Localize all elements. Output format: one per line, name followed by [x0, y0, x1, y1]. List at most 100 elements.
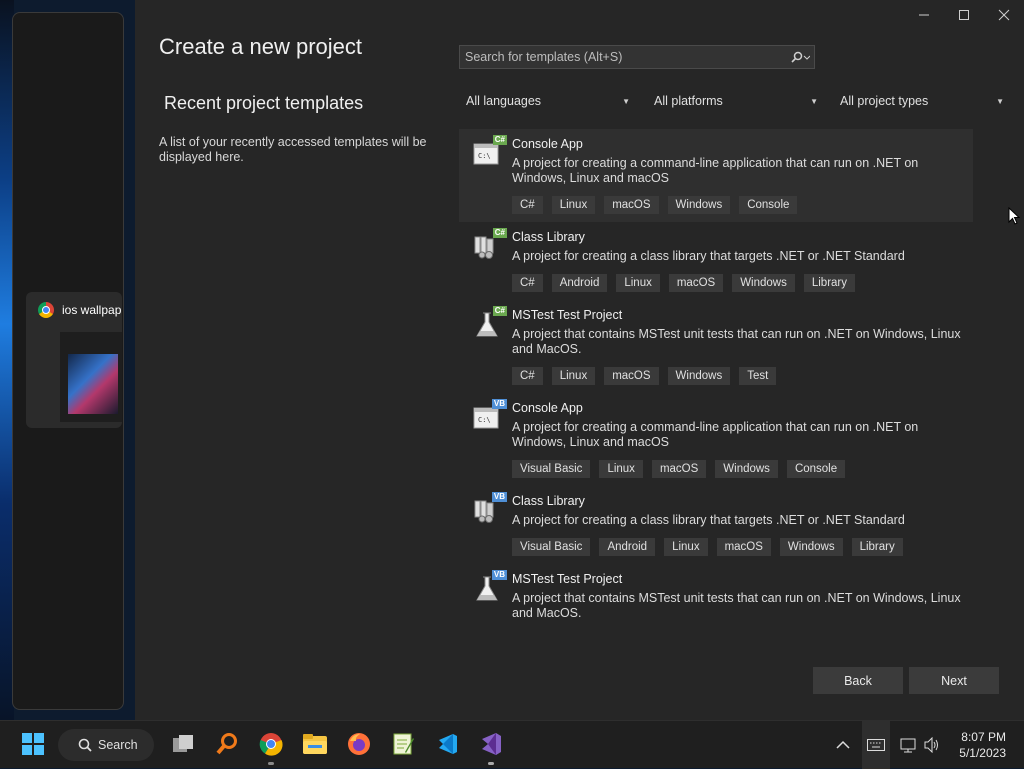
template-tag: Android	[599, 538, 656, 556]
template-tags: C# Linux macOS Windows Console	[512, 196, 973, 214]
template-description: A project for creating a class library t…	[512, 249, 905, 263]
template-tag: Windows	[715, 460, 778, 478]
network-icon[interactable]	[900, 721, 918, 769]
template-tags: Visual Basic Android Linux macOS Windows Libr…	[512, 538, 973, 556]
template-description: A project that contains MSTest unit test…	[512, 327, 961, 356]
taskbar-search-label: Search	[98, 738, 138, 752]
template-item[interactable]: VB Class Library A project for creating a …	[459, 486, 973, 564]
template-tag: macOS	[604, 196, 659, 214]
show-hidden-icons-button[interactable]	[836, 721, 850, 769]
notepad-plus-icon[interactable]	[390, 731, 416, 757]
template-item[interactable]: C# Class Library A project for creating a …	[459, 222, 973, 300]
template-name: Console App	[512, 401, 583, 415]
template-item[interactable]: C:\ VB Console App A project for creating a…	[459, 393, 973, 486]
svg-text:C:\: C:\	[478, 416, 491, 424]
template-item[interactable]: C:\ C# Console App A project for creating a…	[459, 129, 973, 222]
file-explorer-icon[interactable]	[302, 731, 328, 757]
visual-studio-icon[interactable]	[478, 731, 504, 757]
template-tag: Windows	[667, 367, 731, 385]
template-description: A project for creating a command-line ap…	[512, 420, 919, 449]
template-description: A project for creating a command-line ap…	[512, 156, 919, 185]
language-filter-label: All languages	[466, 94, 542, 108]
project-type-filter-label: All project types	[840, 94, 929, 108]
template-tag: Windows	[779, 538, 843, 556]
template-tag: C#	[512, 196, 543, 214]
system-clock[interactable]: 8:07 PM 5/1/2023	[959, 729, 1006, 761]
template-item[interactable]: C# MSTest Test Project A project that cont…	[459, 300, 973, 393]
template-tag: Linux	[551, 196, 596, 214]
template-name: Console App	[512, 137, 583, 151]
template-search-box[interactable]	[459, 45, 815, 69]
template-name: Class Library	[512, 494, 585, 508]
mouse-cursor-icon	[1008, 207, 1020, 225]
chrome-icon	[38, 302, 54, 318]
taskbar: Search 8:07 PM 5/1/2023	[0, 720, 1024, 769]
language-filter[interactable]: All languages ▼	[466, 90, 632, 112]
test-flask-icon: VB	[473, 570, 507, 603]
running-indicator	[488, 762, 494, 765]
template-description: A project for creating a class library t…	[512, 513, 905, 527]
chevron-down-icon: ▼	[810, 96, 818, 106]
template-tag: macOS	[716, 538, 771, 556]
search-icon[interactable]	[786, 51, 814, 63]
template-tag: C#	[512, 274, 543, 292]
platform-filter-label: All platforms	[654, 94, 723, 108]
chrome-icon[interactable]	[258, 731, 284, 757]
template-tag: Test	[739, 367, 777, 385]
chevron-down-icon: ▼	[996, 96, 1004, 106]
minimize-button[interactable]	[904, 0, 944, 30]
clock-date: 5/1/2023	[959, 746, 1006, 760]
template-name: MSTest Test Project	[512, 572, 623, 586]
close-icon	[998, 9, 1010, 21]
vs-code-icon[interactable]	[434, 731, 460, 757]
next-button[interactable]: Next	[909, 667, 999, 694]
template-tag: macOS	[604, 367, 659, 385]
maximize-icon	[959, 10, 969, 20]
magnifier-icon[interactable]	[214, 731, 240, 757]
template-name: Class Library	[512, 230, 585, 244]
language-badge: C#	[492, 228, 507, 238]
template-tag: macOS	[651, 460, 707, 478]
search-icon	[78, 738, 92, 752]
snap-window-title: ios wallpap	[62, 303, 122, 317]
language-badge: VB	[491, 492, 507, 502]
template-tags: C# Linux macOS Windows Test	[512, 367, 973, 385]
template-item[interactable]: VB MSTest Test Project A project that cont…	[459, 564, 973, 629]
page-title: Create a new project	[159, 34, 362, 59]
back-button[interactable]: Back	[813, 667, 903, 694]
language-badge: C#	[492, 135, 507, 145]
close-button[interactable]	[984, 0, 1024, 30]
snap-assist-window-thumbnail[interactable]: ios wallpap	[26, 292, 122, 428]
template-tag: Windows	[732, 274, 795, 292]
task-view-icon[interactable]	[170, 731, 196, 757]
maximize-button[interactable]	[944, 0, 984, 30]
firefox-icon[interactable]	[346, 731, 372, 757]
template-tag: Android	[551, 274, 608, 292]
project-type-filter[interactable]: All project types ▼	[840, 90, 1006, 112]
window-controls	[904, 0, 1024, 30]
language-badge: VB	[491, 399, 507, 409]
template-search-input[interactable]	[460, 49, 786, 65]
console-app-icon: C:\ C#	[473, 135, 507, 168]
taskbar-search-button[interactable]: Search	[58, 729, 154, 761]
template-tags: Visual Basic Linux macOS Windows Console	[512, 460, 973, 478]
template-tag: Visual Basic	[512, 460, 591, 478]
touch-keyboard-icon[interactable]	[862, 721, 890, 769]
svg-text:C:\: C:\	[478, 152, 491, 160]
template-tag: Linux	[551, 367, 596, 385]
template-name: MSTest Test Project	[512, 308, 623, 322]
running-indicator	[268, 762, 274, 765]
test-flask-icon: C#	[473, 306, 507, 339]
volume-icon[interactable]	[923, 721, 941, 769]
template-tag: Visual Basic	[512, 538, 591, 556]
template-tag: Linux	[616, 274, 660, 292]
platform-filter[interactable]: All platforms ▼	[654, 90, 820, 112]
minimize-icon	[919, 14, 929, 16]
console-app-icon: C:\ VB	[473, 399, 507, 432]
template-tag: Library	[851, 538, 903, 556]
class-library-icon: C#	[473, 228, 507, 261]
template-tag: Library	[803, 274, 855, 292]
template-tag: Linux	[664, 538, 708, 556]
start-icon[interactable]	[20, 731, 46, 757]
template-description: A project that contains MSTest unit test…	[512, 591, 961, 620]
